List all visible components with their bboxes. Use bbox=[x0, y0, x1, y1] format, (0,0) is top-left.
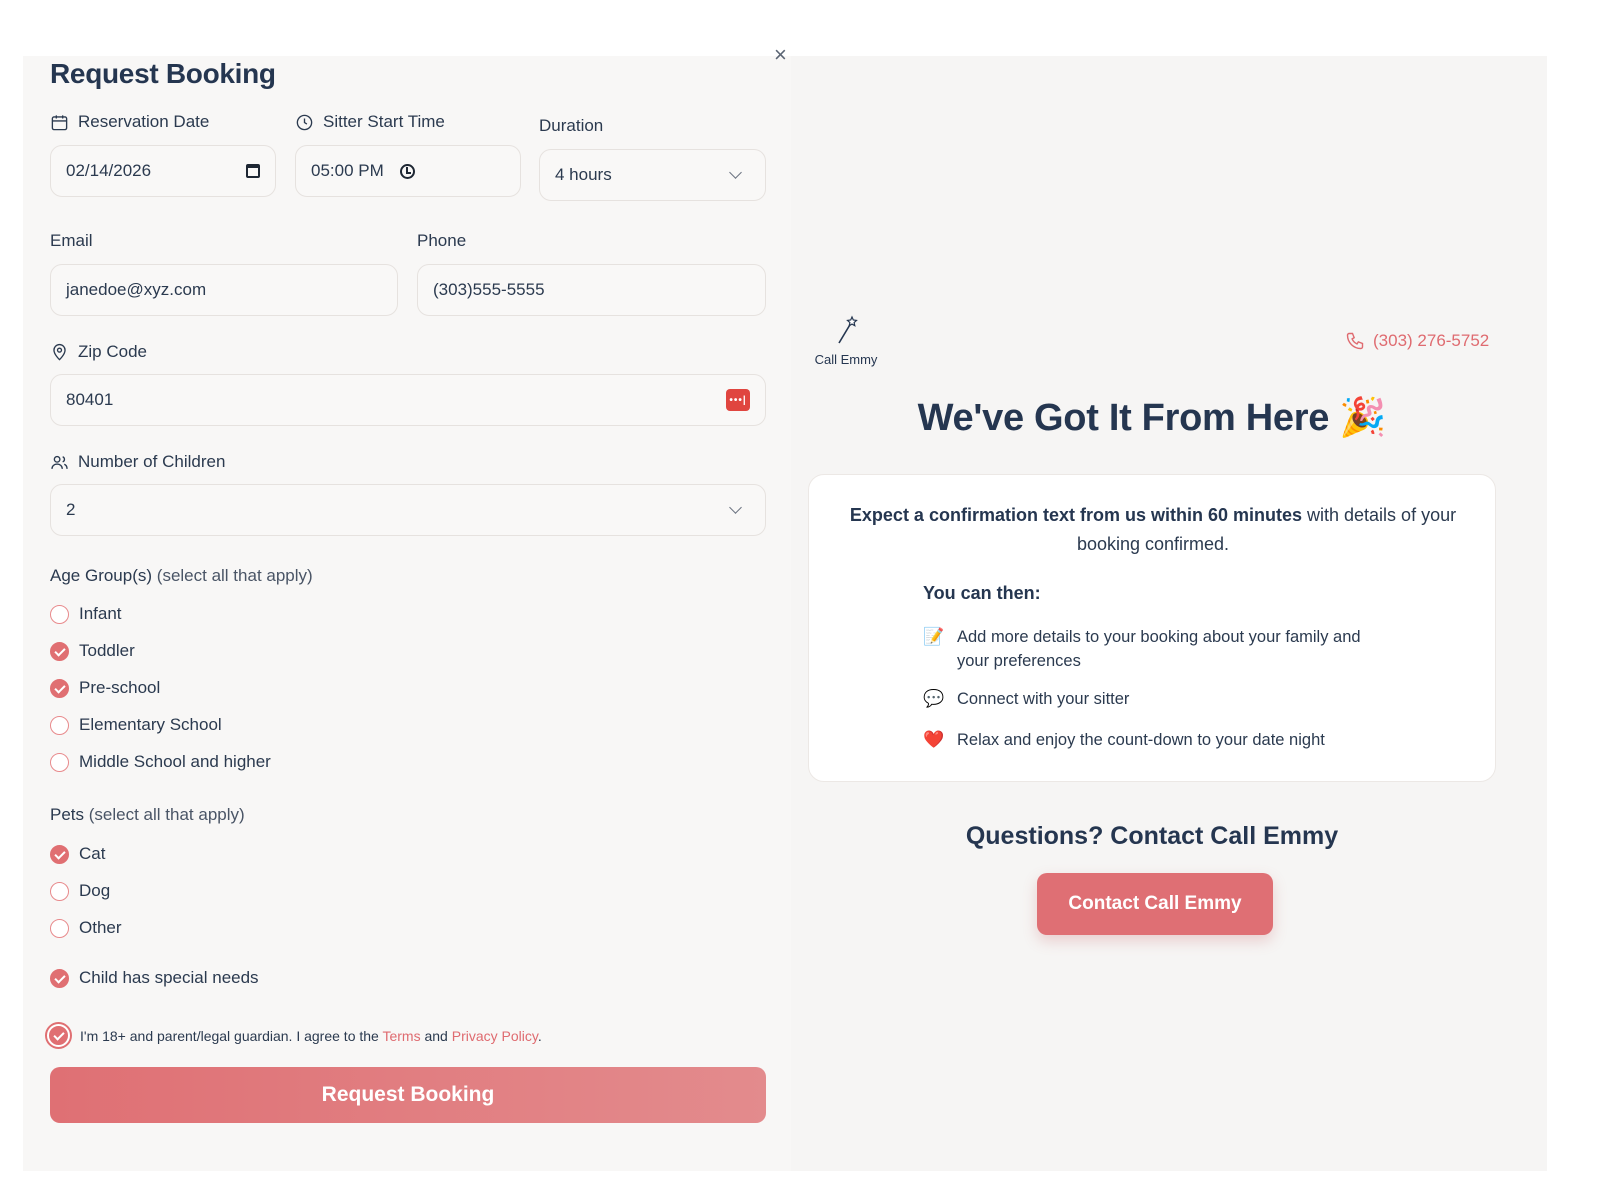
checkbox-checked[interactable] bbox=[50, 641, 69, 661]
pet-option-cat[interactable]: Cat bbox=[50, 844, 105, 864]
chevron-down-icon bbox=[729, 166, 742, 179]
pet-option-other[interactable]: Other bbox=[50, 918, 122, 938]
children-select[interactable]: 2 bbox=[50, 484, 766, 536]
pet-option-dog[interactable]: Dog bbox=[50, 881, 110, 901]
start-time-input[interactable]: 05:00 PM bbox=[295, 145, 521, 197]
next-steps-heading: You can then: bbox=[923, 583, 1041, 603]
email-field[interactable]: janedoe@xyz.com bbox=[50, 264, 398, 316]
calendar-icon bbox=[51, 114, 68, 130]
phone-label: Phone bbox=[417, 231, 467, 250]
reservation-date-input[interactable]: 02/14/2026 bbox=[50, 145, 276, 197]
clock-icon bbox=[296, 114, 313, 130]
privacy-policy-link[interactable]: Privacy Policy bbox=[452, 1028, 538, 1044]
booking-form-panel bbox=[23, 56, 811, 1171]
contact-button[interactable]: Contact Call Emmy bbox=[1037, 873, 1273, 935]
list-item: 📝 Add more details to your booking about… bbox=[923, 625, 1363, 673]
checkbox-checked[interactable] bbox=[50, 844, 69, 864]
age-option-preschool[interactable]: Pre-school bbox=[50, 678, 160, 698]
age-option-elementary[interactable]: Elementary School bbox=[50, 715, 222, 735]
special-needs-option[interactable]: Child has special needs bbox=[50, 968, 259, 988]
checkbox[interactable] bbox=[50, 604, 69, 624]
age-option-middle-school[interactable]: Middle School and higher bbox=[50, 752, 271, 772]
location-pin-icon bbox=[53, 343, 66, 361]
phone-field[interactable]: (303)555-5555 bbox=[417, 264, 766, 316]
party-popper-icon: 🎉 bbox=[1339, 397, 1387, 439]
list-item: ❤️ Relax and enjoy the count-down to you… bbox=[923, 728, 1363, 752]
brand-logo[interactable]: Call Emmy bbox=[806, 315, 886, 367]
duration-select[interactable]: 4 hours bbox=[539, 149, 766, 201]
checkbox[interactable] bbox=[50, 715, 69, 735]
pets-label: Pets (select all that apply) bbox=[50, 805, 245, 824]
checkbox-checked[interactable] bbox=[49, 1026, 68, 1045]
checkbox[interactable] bbox=[50, 881, 69, 901]
start-time-label: Sitter Start Time bbox=[295, 112, 445, 132]
close-icon[interactable]: × bbox=[774, 44, 787, 66]
duration-label: Duration bbox=[539, 116, 604, 135]
calendar-picker-icon[interactable] bbox=[246, 164, 260, 178]
age-option-infant[interactable]: Infant bbox=[50, 604, 122, 624]
chevron-down-icon bbox=[729, 501, 742, 514]
time-picker-icon[interactable] bbox=[399, 163, 415, 179]
children-label: Number of Children bbox=[50, 452, 225, 472]
form-title: Request Booking bbox=[50, 58, 276, 89]
confirmation-title: We've Got It From Here 🎉 bbox=[917, 397, 1387, 439]
phone-icon bbox=[1346, 332, 1364, 350]
users-icon bbox=[51, 455, 68, 469]
reservation-date-label: Reservation Date bbox=[50, 112, 209, 132]
checkbox[interactable] bbox=[50, 752, 69, 772]
zip-field[interactable]: 80401 •••| bbox=[50, 374, 766, 426]
agreement-checkbox[interactable] bbox=[45, 1022, 72, 1049]
heart-icon: ❤️ bbox=[923, 730, 945, 749]
request-booking-button[interactable]: Request Booking bbox=[50, 1067, 766, 1123]
checkbox-checked[interactable] bbox=[50, 968, 69, 988]
checkbox-checked[interactable] bbox=[50, 678, 69, 698]
checkbox[interactable] bbox=[50, 918, 69, 938]
speech-bubble-icon: 💬 bbox=[923, 689, 945, 708]
next-steps-card: Expect a confirmation text from us withi… bbox=[808, 474, 1496, 782]
zip-label: Zip Code bbox=[50, 342, 147, 362]
memo-icon: 📝 bbox=[923, 627, 945, 646]
list-item: 💬 Connect with your sitter bbox=[923, 687, 1363, 711]
password-manager-icon[interactable]: •••| bbox=[726, 389, 750, 411]
email-label: Email bbox=[50, 231, 93, 250]
contact-heading: Questions? Contact Call Emmy bbox=[965, 822, 1339, 850]
phone-link[interactable]: (303) 276-5752 bbox=[1345, 331, 1489, 351]
age-option-toddler[interactable]: Toddler bbox=[50, 641, 135, 661]
magic-wand-icon bbox=[838, 315, 858, 344]
terms-agreement[interactable]: I'm 18+ and parent/legal guardian. I agr… bbox=[45, 1022, 542, 1049]
terms-link[interactable]: Terms bbox=[382, 1028, 420, 1044]
age-group-label: Age Group(s) (select all that apply) bbox=[50, 566, 313, 585]
confirmation-message: Expect a confirmation text from us withi… bbox=[849, 505, 1457, 554]
